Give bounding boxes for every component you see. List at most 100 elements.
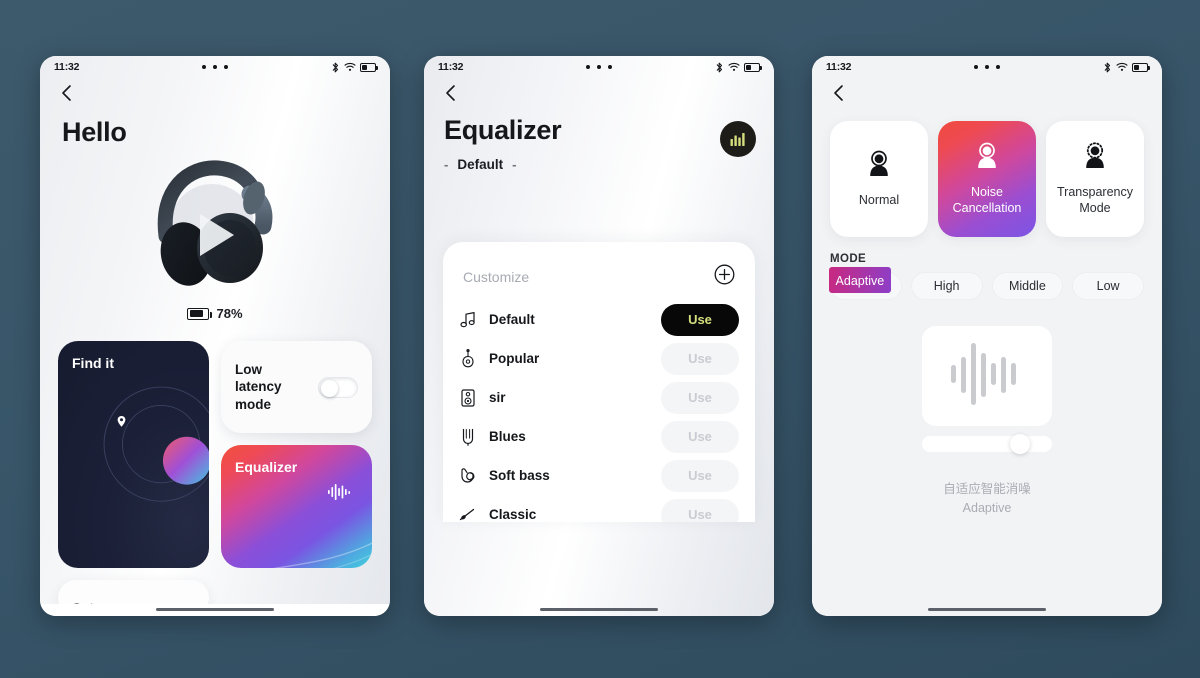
- customize-label: Customize: [463, 269, 530, 285]
- mode-caption-cn: 自适应智能消噪: [943, 482, 1031, 496]
- chip-label: Low: [1096, 279, 1120, 293]
- intensity-slider[interactable]: [922, 434, 1052, 454]
- chip-label: Middle: [1008, 279, 1046, 293]
- use-button[interactable]: Use: [661, 342, 739, 375]
- guitar-neck-icon: [459, 427, 476, 446]
- bluetooth-icon: [1103, 62, 1112, 73]
- back-chevron-icon[interactable]: [828, 82, 850, 104]
- mode-card-normal[interactable]: Normal: [830, 121, 928, 237]
- low-latency-toggle[interactable]: [318, 376, 358, 398]
- card-low-latency-mode[interactable]: Low latency mode: [221, 341, 372, 433]
- phone-3-back-row: [812, 78, 1162, 109]
- status-bar-icons: [1103, 62, 1150, 73]
- low-latency-label: Low latency mode: [235, 362, 282, 412]
- list-item[interactable]: sir Use: [459, 378, 739, 417]
- preset-name: Default: [489, 312, 535, 327]
- chip-label: High: [933, 279, 960, 293]
- mode-card-label: Normal: [858, 193, 900, 208]
- mode-card-noise-cancellation[interactable]: Noise Cancellation: [938, 121, 1036, 237]
- phone-2-screen: 11:32 Equalizer - Default - Customize De…: [424, 56, 774, 616]
- status-bar-icons: [715, 62, 762, 73]
- list-item[interactable]: Popular Use: [459, 339, 739, 378]
- bluetooth-icon: [331, 62, 340, 73]
- audio-waveform-card: [922, 326, 1052, 426]
- phone-1-screen: 11:32 Hello 78% Low latency mode Find it…: [40, 56, 390, 616]
- wifi-icon: [728, 62, 740, 72]
- chip-high[interactable]: High: [910, 272, 983, 300]
- status-bar-time: 11:32: [438, 61, 464, 73]
- status-bar: 11:32: [812, 56, 1162, 78]
- phone-3-noise-control: 11:32 Normal Noise Cancellation Transpar…: [812, 56, 1162, 616]
- chip-middle[interactable]: Middle: [991, 272, 1064, 300]
- use-button[interactable]: Use: [661, 420, 739, 453]
- battery-status: 78%: [40, 306, 390, 321]
- home-indicator[interactable]: [540, 607, 658, 611]
- mode-chip-group: Adaptive High Middle Low: [812, 267, 1162, 300]
- wifi-icon: [1116, 62, 1128, 72]
- use-button[interactable]: Use: [661, 303, 739, 336]
- back-chevron-icon[interactable]: [56, 82, 78, 104]
- violin-icon: [459, 505, 476, 522]
- use-button[interactable]: Use: [661, 498, 739, 522]
- speaker-icon: [459, 388, 476, 407]
- phone-1-back-row: [40, 78, 390, 109]
- battery-icon: [360, 62, 378, 72]
- current-preset-label: Default: [457, 157, 504, 172]
- find-it-label: Find it: [72, 355, 114, 371]
- phone-2-equalizer: 11:32 Equalizer - Default - Customize De…: [424, 56, 774, 616]
- person-transparency-icon: [1080, 141, 1110, 176]
- use-button[interactable]: Use: [661, 381, 739, 414]
- person-noise-cancel-icon: [972, 141, 1002, 176]
- location-pin-icon: [116, 415, 127, 433]
- preset-name: Soft bass: [489, 468, 550, 483]
- list-item[interactable]: Blues Use: [459, 417, 739, 456]
- phone-3-screen: 11:32 Normal Noise Cancellation Transpar…: [812, 56, 1162, 616]
- list-item[interactable]: Soft bass Use: [459, 456, 739, 495]
- slider-thumb[interactable]: [1010, 434, 1030, 454]
- preset-name: sir: [489, 390, 506, 405]
- use-button[interactable]: Use: [661, 459, 739, 492]
- card-find-it[interactable]: Find it: [58, 341, 209, 568]
- battery-icon: [187, 307, 213, 320]
- list-item[interactable]: Classic Use: [459, 495, 739, 522]
- list-item[interactable]: Default Use: [459, 300, 739, 339]
- status-bar: 11:32: [424, 56, 774, 78]
- current-preset-row: - Default -: [444, 157, 754, 172]
- status-bar-time: 11:32: [54, 61, 80, 73]
- panel-header: Customize: [443, 242, 755, 300]
- chip-label: Adaptive: [835, 274, 885, 288]
- home-card-grid: Low latency mode Find it Equalizer: [58, 341, 372, 616]
- person-normal-icon: [864, 149, 894, 184]
- card-equalizer[interactable]: Equalizer: [221, 445, 372, 568]
- equalizer-wave-icon: [328, 483, 350, 506]
- status-bar: 11:32: [40, 56, 390, 78]
- phone-2-back-row: [424, 78, 774, 109]
- mode-card-label: Noise Cancellation: [952, 185, 1022, 215]
- headphones-image: [40, 152, 390, 302]
- home-indicator[interactable]: [928, 607, 1046, 611]
- mode-card-transparency-mode[interactable]: Transparency Mode: [1046, 121, 1144, 237]
- home-indicator[interactable]: [156, 607, 274, 611]
- mode-caption: 自适应智能消噪 Adaptive: [812, 480, 1162, 519]
- audio-waveform-icon: [949, 339, 1025, 414]
- preset-name: Popular: [489, 351, 540, 366]
- equalizer-card-label: Equalizer: [235, 459, 298, 475]
- back-chevron-icon[interactable]: [440, 82, 462, 104]
- noise-mode-cards: Normal Noise Cancellation Transparency M…: [812, 109, 1162, 237]
- dash-right: -: [512, 157, 517, 172]
- equalizer-preset-panel: Customize Default Use Popular Use sir Us…: [443, 242, 755, 522]
- page-title: Equalizer: [444, 115, 562, 145]
- preset-name: Blues: [489, 429, 526, 444]
- status-bar-icons: [331, 62, 378, 73]
- music-note-icon: [459, 310, 476, 329]
- mode-card-label: Transparency Mode: [1057, 185, 1133, 215]
- chip-low[interactable]: Low: [1072, 272, 1144, 300]
- preset-list: Default Use Popular Use sir Use Blues Us…: [443, 300, 755, 522]
- chip-adaptive[interactable]: Adaptive: [829, 267, 902, 300]
- page-title: Hello: [62, 117, 127, 147]
- hand-drum-icon: [459, 466, 476, 485]
- mode-caption-en: Adaptive: [962, 501, 1012, 516]
- bluetooth-icon: [715, 62, 724, 73]
- equalizer-bars-icon[interactable]: [720, 121, 756, 157]
- plus-circle-icon[interactable]: [714, 264, 735, 290]
